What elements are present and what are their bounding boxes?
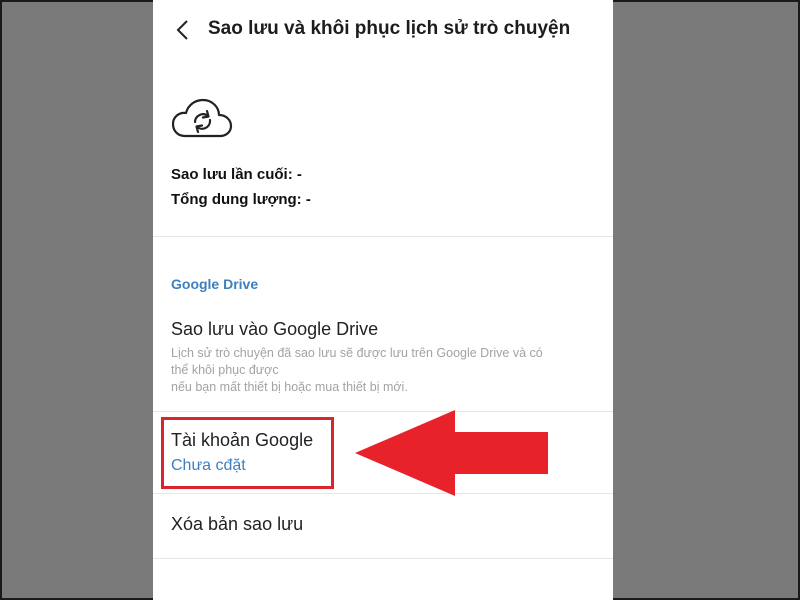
- backup-to-drive-row[interactable]: Sao lưu vào Google Drive Lịch sử trò chu…: [153, 305, 613, 410]
- delete-backup-row[interactable]: Xóa bản sao lưu: [153, 494, 613, 558]
- description-line: nếu bạn mất thiết bị hoặc mua thiết bị m…: [171, 380, 408, 394]
- last-backup-label: Sao lưu lần cuối: -: [171, 166, 302, 183]
- description-line: thể khôi phục được: [171, 363, 279, 377]
- cloud-sync-icon: [171, 98, 233, 140]
- backup-to-drive-title: Sao lưu vào Google Drive: [171, 319, 379, 339]
- section-header-google-drive: Google Drive: [171, 276, 259, 292]
- backup-to-drive-description: Lịch sử trò chuyện đã sao lưu sẽ được lư…: [171, 345, 591, 396]
- back-chevron-icon[interactable]: [175, 18, 191, 42]
- google-account-title: Tài khoản Google: [171, 430, 314, 450]
- divider: [153, 236, 613, 237]
- google-account-value: Chưa cđặt: [171, 457, 246, 474]
- delete-backup-title: Xóa bản sao lưu: [171, 514, 304, 534]
- divider: [153, 558, 613, 559]
- phone-screen: Sao lưu và khôi phục lịch sử trò chuyện …: [153, 0, 613, 600]
- total-size-label: Tổng dung lượng: -: [171, 191, 311, 208]
- description-line: Lịch sử trò chuyện đã sao lưu sẽ được lư…: [171, 346, 543, 360]
- page-title: Sao lưu và khôi phục lịch sử trò chuyện: [208, 18, 571, 39]
- app-header: Sao lưu và khôi phục lịch sử trò chuyện: [153, 0, 613, 62]
- red-arrow-annotation: [355, 410, 550, 496]
